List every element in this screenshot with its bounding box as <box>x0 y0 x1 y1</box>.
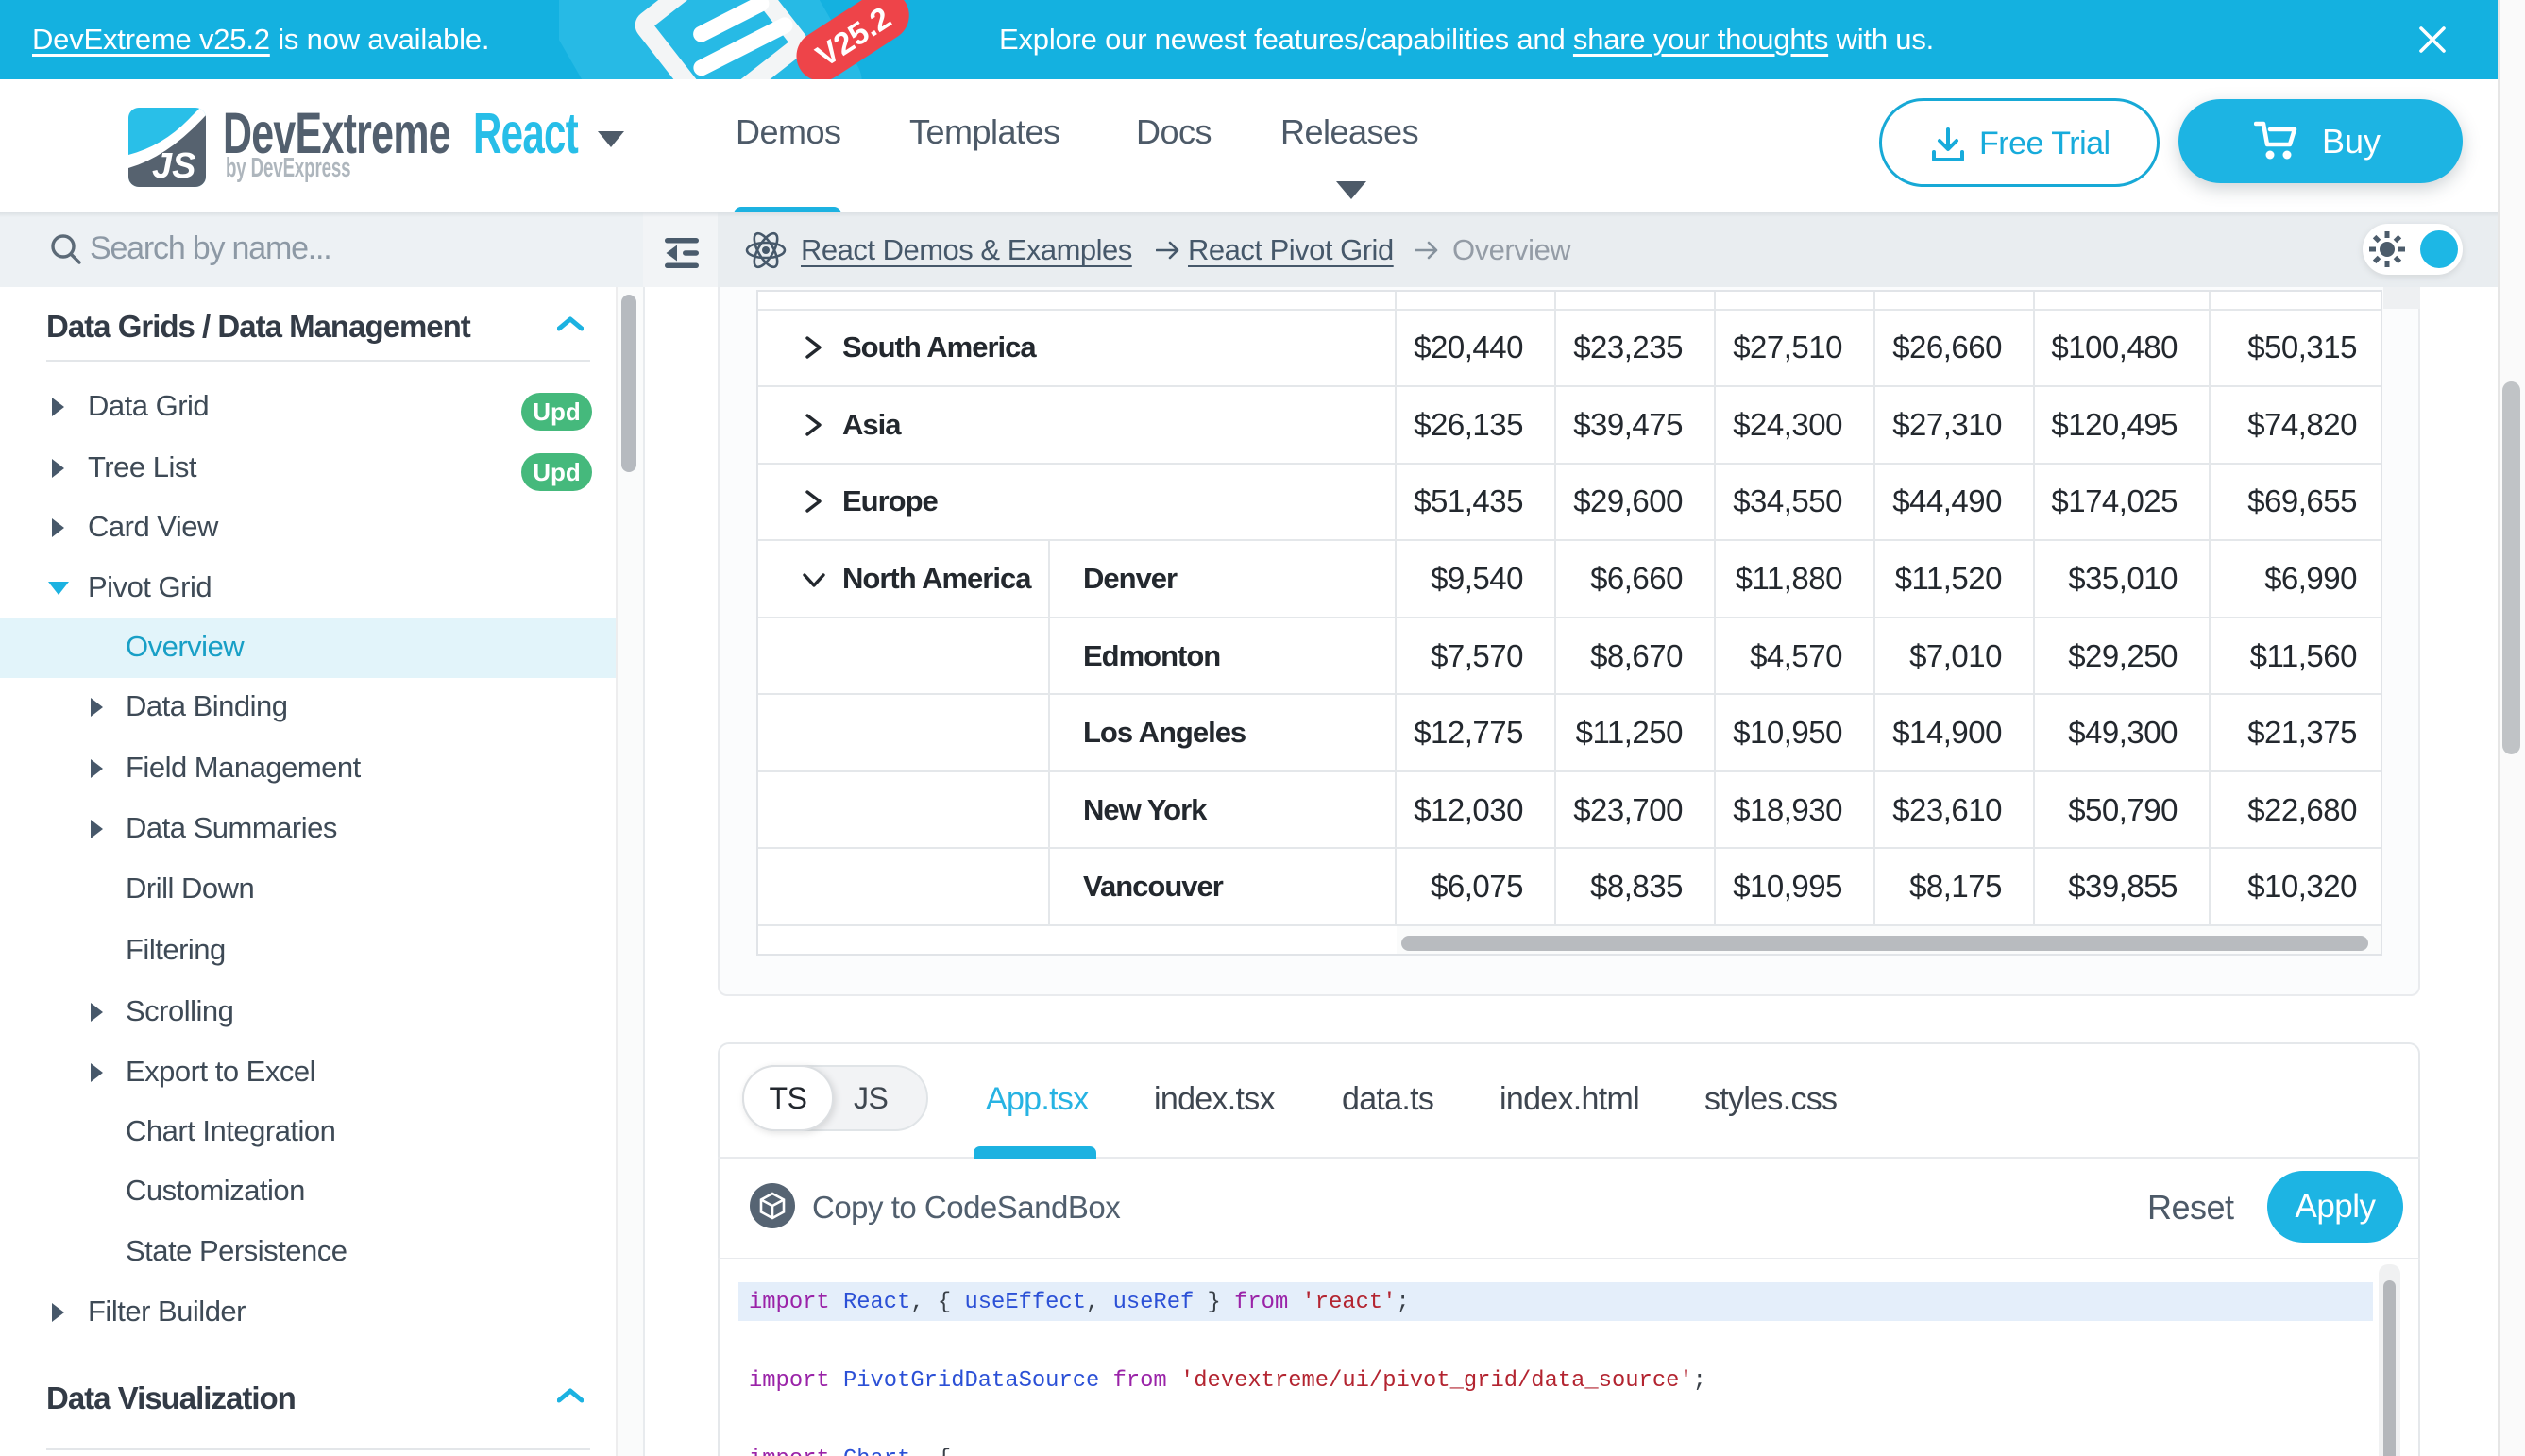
svg-text:JS: JS <box>152 146 195 186</box>
